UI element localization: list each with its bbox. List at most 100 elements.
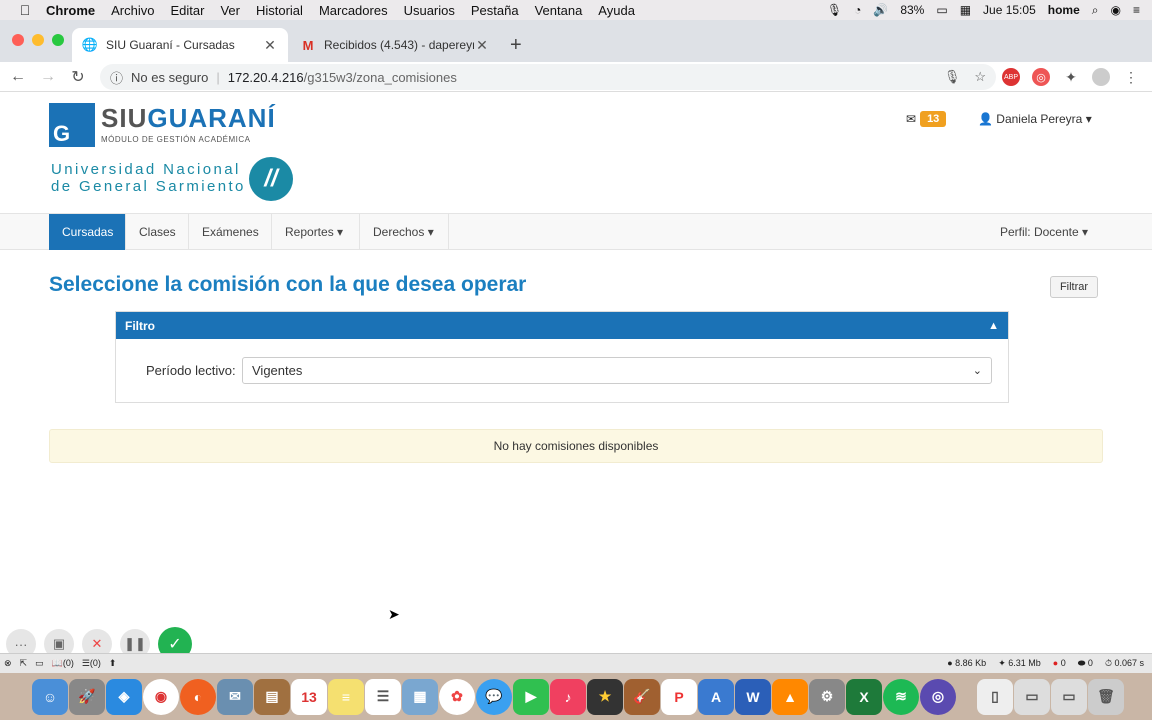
microphone-icon[interactable]: 🎙 <box>944 69 961 85</box>
expand-icon[interactable]: ⇱ <box>20 658 28 669</box>
launchpad-icon[interactable]: 🚀 <box>69 678 105 715</box>
messages-indicator[interactable]: ✉ 13 <box>906 111 947 127</box>
facetime-icon[interactable]: ▶ <box>513 678 549 715</box>
filter-button[interactable]: Filtrar <box>1050 276 1098 298</box>
menu-ver[interactable]: Ver <box>220 3 240 18</box>
forward-arrow-icon[interactable]: → <box>36 68 60 86</box>
user-menu[interactable]: 👤 Daniela Pereyra ▾ <box>978 112 1092 126</box>
bookmark-star-icon[interactable]: ☆ <box>974 69 986 85</box>
caret-down-icon: ▾ <box>333 225 344 239</box>
files-icon[interactable]: ▭ <box>35 658 44 669</box>
downloads-icon[interactable]: ▭ <box>1014 678 1050 715</box>
new-tab-icon[interactable]: + <box>510 34 522 57</box>
kebab-menu-icon[interactable]: ⋮ <box>1122 68 1140 86</box>
reminders-icon[interactable]: ☰ <box>365 678 401 715</box>
safari-icon[interactable]: ◈ <box>106 678 142 715</box>
menu-marcadores[interactable]: Marcadores <box>319 3 388 18</box>
photos-icon[interactable]: ✿ <box>439 678 475 715</box>
menu-chrome[interactable]: Chrome <box>46 3 95 18</box>
firefox-icon[interactable]: ◐ <box>180 678 216 715</box>
close-window-button[interactable] <box>12 34 24 46</box>
imovie-icon[interactable]: ★ <box>587 678 623 715</box>
menu-archivo[interactable]: Archivo <box>111 3 154 18</box>
calendar-app-icon[interactable]: 13 <box>291 678 327 715</box>
music-icon[interactable]: ♪ <box>550 678 586 715</box>
filter-panel-header[interactable]: Filtro ▲ <box>116 312 1008 339</box>
nav-clases[interactable]: Clases <box>126 214 189 250</box>
notes-icon[interactable]: ≡ <box>328 678 364 715</box>
browser-icon[interactable]: ◎ <box>920 678 956 715</box>
tab-siu-guarani[interactable]: 🌐 SIU Guaraní - Cursadas ✕ <box>72 28 288 62</box>
address-bar[interactable]: ⓘ No es seguro | 172.20.4.216/g315w3/zon… <box>100 64 996 90</box>
error-icon: ● <box>1052 658 1059 668</box>
document-icon[interactable]: ▯ <box>977 678 1013 715</box>
maximize-window-button[interactable] <box>52 34 64 46</box>
control-center-icon[interactable]: ≡ <box>1133 3 1140 17</box>
period-select[interactable]: Vigentes ⌄ <box>242 357 992 384</box>
microphone-icon[interactable]: 🎙 <box>827 3 842 17</box>
nav-examenes[interactable]: Exámenes <box>189 214 272 250</box>
info-icon[interactable]: ⓘ <box>110 68 123 87</box>
battery-icon[interactable]: ▭ <box>936 3 947 17</box>
chrome-icon[interactable]: ◉ <box>143 678 179 715</box>
stack-icon[interactable]: ▭ <box>1051 678 1087 715</box>
back-arrow-icon[interactable]: ← <box>6 68 30 86</box>
image-capture-icon[interactable]: ▦ <box>402 678 438 715</box>
messages-icon[interactable]: 💬 <box>476 678 512 715</box>
menu-usuarios[interactable]: Usuarios <box>404 3 455 18</box>
debug-right-group: ● 8.86 Kb ✦ 6.31 Mb ● 0 ⬬ 0 ⏱ 0.067 s <box>947 658 1152 669</box>
finder-icon[interactable]: ☺ <box>32 678 68 715</box>
gmail-icon: M <box>302 37 314 53</box>
profile-avatar-icon[interactable] <box>1092 68 1110 86</box>
book-icon[interactable]: 📖(0) <box>52 658 74 669</box>
chevron-down-icon: ⌄ <box>972 365 982 377</box>
menubar-clock[interactable]: Jue 15:05 <box>983 3 1036 17</box>
tab-title: SIU Guaraní - Cursadas <box>106 38 235 52</box>
reload-icon[interactable]: ↻ <box>66 67 90 87</box>
close-tab-icon[interactable]: ✕ <box>474 37 490 54</box>
nav-derechos[interactable]: Derechos ▾ <box>360 214 449 250</box>
list-icon[interactable]: ☰(0) <box>82 658 101 669</box>
apple-menu-icon[interactable]:  <box>16 2 34 18</box>
system-preferences-icon[interactable]: ⚙ <box>809 678 845 715</box>
adblock-extension-icon[interactable]: ABP <box>1002 68 1020 86</box>
garageband-icon[interactable]: 🎸 <box>624 678 660 715</box>
upload-icon[interactable]: ⬆ <box>109 658 117 669</box>
nav-reportes[interactable]: Reportes ▾ <box>272 214 360 250</box>
battery-percent[interactable]: 83% <box>900 3 924 17</box>
menu-historial[interactable]: Historial <box>256 3 303 18</box>
wifi-icon[interactable]: ◔ <box>854 3 861 17</box>
menu-ventana[interactable]: Ventana <box>535 3 583 18</box>
menu-editar[interactable]: Editar <box>170 3 204 18</box>
trash-icon[interactable]: 🗑 <box>1088 678 1124 715</box>
menu-ayuda[interactable]: Ayuda <box>598 3 635 18</box>
close-tab-icon[interactable]: ✕ <box>262 37 278 54</box>
chevron-up-icon[interactable]: ▲ <box>988 320 999 332</box>
preview-icon[interactable]: ✉ <box>217 678 253 715</box>
profile-selector[interactable]: Perfil: Docente ▾ <box>1000 214 1088 250</box>
excel-icon[interactable]: X <box>846 678 882 715</box>
debug-errors: ● 0 <box>1053 658 1066 669</box>
security-status: No es seguro <box>131 69 209 85</box>
calendar-icon[interactable]: ▦ <box>960 3 971 17</box>
nav-cursadas[interactable]: Cursadas <box>49 214 126 250</box>
spotlight-search-icon[interactable]: ⌕ <box>1092 3 1099 18</box>
period-selected-value: Vigentes <box>252 363 303 378</box>
browser-toolbar: ← → ↻ ⓘ No es seguro | 172.20.4.216/g315… <box>0 62 1152 92</box>
word-icon[interactable]: W <box>735 678 771 715</box>
spotify-icon[interactable]: ≋ <box>883 678 919 715</box>
menu-pestana[interactable]: Pestaña <box>471 3 519 18</box>
extension-icon[interactable]: ◎ <box>1032 68 1050 86</box>
vlc-icon[interactable]: ▲ <box>772 678 808 715</box>
page-header: G SIUGUARANÍ MÓDULO DE GESTIÓN ACADÉMICA… <box>0 93 1152 213</box>
app-store-icon[interactable]: A <box>698 678 734 715</box>
close-debug-icon[interactable]: ⊗ <box>4 658 12 669</box>
powerpoint-icon[interactable]: P <box>661 678 697 715</box>
puzzle-extensions-icon[interactable]: ✦ <box>1062 68 1080 86</box>
contacts-icon[interactable]: ▤ <box>254 678 290 715</box>
volume-icon[interactable]: 🔊 <box>873 3 888 17</box>
minimize-window-button[interactable] <box>32 34 44 46</box>
tab-gmail[interactable]: M Recibidos (4.543) - dapereyra ✕ <box>290 28 500 62</box>
notification-icon[interactable]: ◉ <box>1111 3 1121 17</box>
menubar-user[interactable]: home <box>1048 3 1080 17</box>
